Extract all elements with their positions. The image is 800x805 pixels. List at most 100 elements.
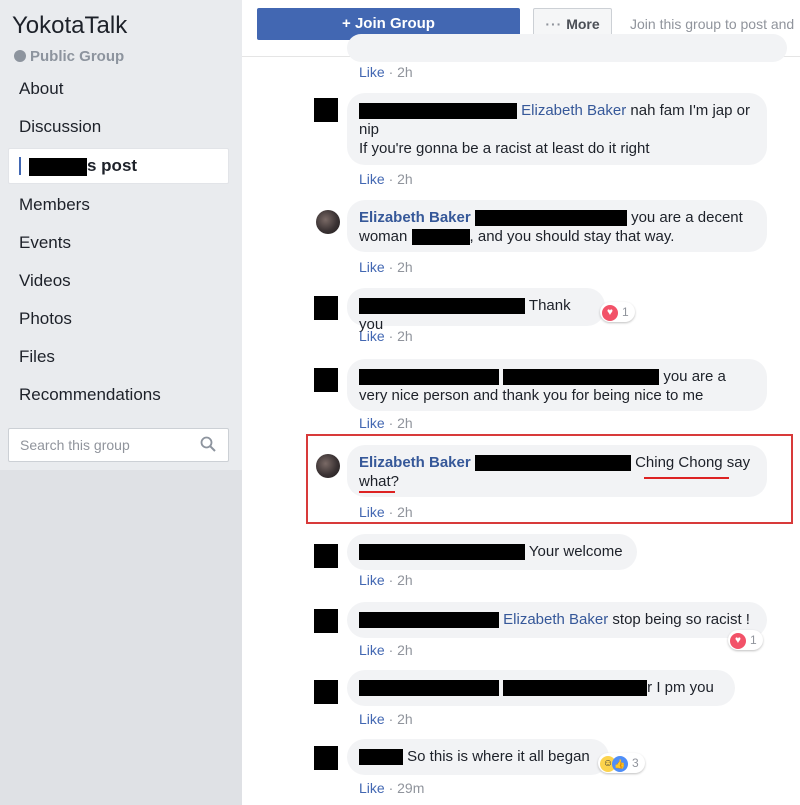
group-privacy: Public Group xyxy=(14,48,124,65)
comment-time[interactable]: 2h xyxy=(397,171,413,187)
avatar[interactable] xyxy=(314,746,338,770)
redacted-name xyxy=(359,749,403,766)
comment-meta: Like · 2h xyxy=(359,171,413,187)
main-content: + Join Group ··· More Join this group to… xyxy=(242,0,800,805)
thumbs-up-icon: 👍 xyxy=(612,755,628,772)
join-note: Join this group to post and xyxy=(630,16,795,32)
sidebar-item-post[interactable]: s post xyxy=(8,148,229,184)
sidebar-item-events[interactable]: Events xyxy=(8,226,229,264)
comment-bubble: Elizabeth Baker stop being so racist ! xyxy=(347,602,767,638)
avatar[interactable] xyxy=(316,210,340,234)
comment-time[interactable]: 2h xyxy=(397,572,413,588)
like-link[interactable]: Like xyxy=(359,504,385,520)
avatar[interactable] xyxy=(314,680,338,704)
redacted-name xyxy=(359,612,499,629)
comment-time[interactable]: 2h xyxy=(397,504,413,520)
sidebar-item-files[interactable]: Files xyxy=(8,340,229,378)
comment-time[interactable]: 2h xyxy=(397,64,413,80)
avatar[interactable] xyxy=(314,98,338,122)
comment-bubble: r I pm you xyxy=(347,670,735,706)
comment-bubble: So this is where it all began xyxy=(347,739,609,775)
reaction-count: 3 xyxy=(632,756,639,770)
redacted-name xyxy=(411,229,470,246)
comment-meta: Like · 2h xyxy=(359,642,413,658)
globe-icon xyxy=(14,50,26,62)
sidebar-item-discussion[interactable]: Discussion xyxy=(8,110,229,148)
reaction-badge[interactable]: ♥ 1 xyxy=(728,630,763,650)
redacted-name xyxy=(29,157,87,176)
comment-bubble xyxy=(347,34,787,62)
comment-meta: Like · 2h xyxy=(359,259,413,275)
comment-time[interactable]: 2h xyxy=(397,642,413,658)
redacted-name xyxy=(359,369,499,386)
group-name[interactable]: YokotaTalk xyxy=(12,12,127,40)
group-nav: About Discussion s post Members Events V… xyxy=(8,72,229,416)
more-label: More xyxy=(566,16,600,32)
comment-text: r I pm you xyxy=(647,679,714,696)
reaction-badge[interactable]: ♥ 1 xyxy=(600,302,635,322)
like-link[interactable]: Like xyxy=(359,328,385,344)
redacted-name xyxy=(474,455,631,472)
group-sidebar: YokotaTalk Public Group About Discussion… xyxy=(0,0,242,805)
comment-meta: Like · 2h xyxy=(359,64,413,80)
comment-text: Your welcome xyxy=(528,543,623,560)
search-placeholder: Search this group xyxy=(20,437,130,453)
avatar[interactable] xyxy=(316,454,340,478)
redacted-name xyxy=(474,210,627,227)
redacted-name xyxy=(359,298,525,315)
avatar[interactable] xyxy=(314,368,338,392)
comment-time[interactable]: 29m xyxy=(397,780,424,796)
like-link[interactable]: Like xyxy=(359,415,385,431)
reaction-badge[interactable]: ☺👍 3 xyxy=(598,753,645,773)
highlight-underline xyxy=(359,491,395,493)
like-link[interactable]: Like xyxy=(359,64,385,80)
sidebar-background xyxy=(0,470,242,805)
avatar[interactable] xyxy=(314,544,338,568)
comment-bubble: Thank you xyxy=(347,288,605,333)
comment-meta: Like · 29m xyxy=(359,780,425,796)
redacted-name xyxy=(503,369,660,386)
sidebar-item-recommendations[interactable]: Recommendations xyxy=(8,378,229,416)
comment-meta: Like · 2h xyxy=(359,572,413,588)
sidebar-item-about[interactable]: About xyxy=(8,72,229,110)
redacted-name xyxy=(359,544,525,561)
like-link[interactable]: Like xyxy=(359,171,385,187)
sidebar-item-videos[interactable]: Videos xyxy=(8,264,229,302)
comment-thread: Like · 2h Elizabeth Baker nah fam I'm ja… xyxy=(242,34,800,805)
comment-time[interactable]: 2h xyxy=(397,711,413,727)
reaction-count: 1 xyxy=(622,305,629,319)
like-link[interactable]: Like xyxy=(359,259,385,275)
search-icon[interactable] xyxy=(200,436,216,452)
avatar[interactable] xyxy=(314,609,338,633)
like-link[interactable]: Like xyxy=(359,572,385,588)
comment-bubble: Elizabeth Baker you are a decent woman ,… xyxy=(347,200,767,252)
search-input[interactable]: Search this group xyxy=(8,428,229,462)
like-link[interactable]: Like xyxy=(359,642,385,658)
comment-time[interactable]: 2h xyxy=(397,328,413,344)
ellipsis-icon: ··· xyxy=(545,16,563,32)
comment-meta: Like · 2h xyxy=(359,711,413,727)
like-link[interactable]: Like xyxy=(359,780,385,796)
redacted-name xyxy=(359,680,499,697)
redacted-name xyxy=(359,103,517,120)
sidebar-item-photos[interactable]: Photos xyxy=(8,302,229,340)
comment-author[interactable]: Elizabeth Baker xyxy=(359,209,471,226)
highlight-underline xyxy=(644,477,729,479)
comment-text: stop being so racist ! xyxy=(612,611,750,628)
comment-bubble: Your welcome xyxy=(347,534,637,570)
mention-link[interactable]: Elizabeth Baker xyxy=(503,611,608,628)
active-indicator xyxy=(19,157,21,175)
mention-link[interactable]: Elizabeth Baker xyxy=(521,102,626,119)
comment-time[interactable]: 2h xyxy=(397,259,413,275)
comment-author[interactable]: Elizabeth Baker xyxy=(359,454,471,471)
like-link[interactable]: Like xyxy=(359,711,385,727)
reaction-count: 1 xyxy=(750,633,757,647)
comment-time[interactable]: 2h xyxy=(397,415,413,431)
comment-bubble: Elizabeth Baker nah fam I'm jap or nip I… xyxy=(347,93,767,165)
sidebar-item-post-label: s post xyxy=(87,156,138,175)
avatar[interactable] xyxy=(314,296,338,320)
comment-text-2: If you're gonna be a racist at least do … xyxy=(359,140,650,157)
comment-meta: Like · 2h xyxy=(359,415,413,431)
heart-icon: ♥ xyxy=(730,632,746,649)
sidebar-item-members[interactable]: Members xyxy=(8,188,229,226)
